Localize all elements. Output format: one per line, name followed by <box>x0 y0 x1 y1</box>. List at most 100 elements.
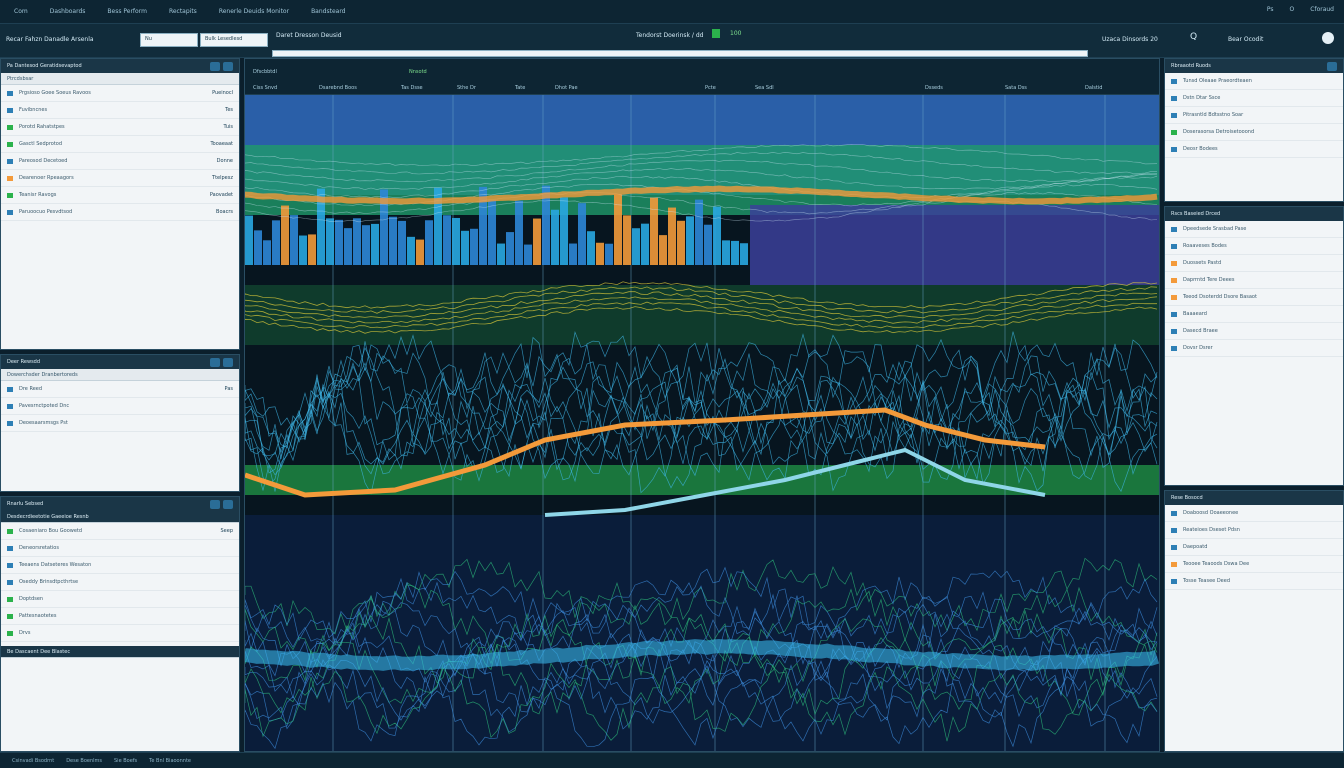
chart-tab-10[interactable]: Sata Dss <box>1005 85 1027 91</box>
chart-tab-3[interactable]: Tas Dsse <box>401 85 423 91</box>
list-item[interactable]: Daprrntd Tere Deees <box>1165 272 1343 289</box>
status-item-2: Dese Boenlms <box>66 757 102 764</box>
bar-mark <box>569 243 577 265</box>
chart-tab-4[interactable]: Sthe Dr <box>457 85 476 91</box>
topbar-right-group: Ps O Cforaud <box>1267 6 1334 13</box>
bar-mark <box>299 235 307 265</box>
list-item[interactable]: Gasctl Sedprotod Tooaeaat <box>1 136 239 153</box>
list-item[interactable]: Teeaens Datseteres Wesaton <box>1 557 239 574</box>
topbar-right-1[interactable]: Ps <box>1267 6 1274 13</box>
status-icon <box>7 141 13 147</box>
chart-tab-7[interactable]: Pcte <box>705 85 716 91</box>
status-indicator-icon <box>712 29 720 38</box>
list-item[interactable]: Dearenoer Rpeaagors Ttelpesz <box>1 170 239 187</box>
list-item[interactable]: Tosse Teasee Deed <box>1165 573 1343 590</box>
menu-item-2[interactable]: Dashboards <box>50 8 86 15</box>
status-icon <box>1171 328 1177 334</box>
chart-tab-2[interactable]: Dsarebnd Boos <box>319 85 357 91</box>
list-item[interactable]: Dstn Dtar Ssce <box>1165 90 1343 107</box>
panel-close-icon[interactable] <box>223 499 233 509</box>
filter-input[interactable]: Bulk Lesedlesd <box>200 33 268 47</box>
menu-item-6[interactable]: Bandsteard <box>311 8 345 15</box>
list-item[interactable]: Duossets Pastd <box>1165 255 1343 272</box>
list-item[interactable]: Drvs <box>1 625 239 642</box>
list-item[interactable]: Dovsr Dsrer <box>1165 340 1343 357</box>
list-item[interactable]: Roaaveses Bodes <box>1165 238 1343 255</box>
bar-mark <box>524 244 532 265</box>
status-icon <box>7 579 13 585</box>
list-item[interactable]: Deoesaarsmsgs Pst <box>1 415 239 432</box>
menu-item-1[interactable]: Com <box>14 8 28 15</box>
profile-avatar[interactable] <box>1322 32 1334 44</box>
list-item[interactable]: Teeod Dsoterdd Dsore Basaot <box>1165 289 1343 306</box>
list-item[interactable]: Paruoocuo Pesvdtsod Boacrs <box>1 204 239 221</box>
left-panel-2-subhead: Dowerchsder Dranbertoreds <box>1 369 239 381</box>
left-panel-2-header: Deer Rewsdd <box>1 355 239 369</box>
list-item[interactable]: Teanisr Ravogs Paovadet <box>1 187 239 204</box>
list-item[interactable]: Oseddy Brinsdtpcthrtse <box>1 574 239 591</box>
panel-close-icon[interactable] <box>223 61 233 71</box>
bar-mark <box>461 230 469 265</box>
list-item[interactable]: Reateioes Dseset Pdsn <box>1165 522 1343 539</box>
panel-close-icon[interactable] <box>223 357 233 367</box>
left-panel-2-title: Deer Rewsdd <box>7 359 41 365</box>
address-field[interactable] <box>272 50 1088 57</box>
list-item[interactable]: Pattesnaotetes <box>1 608 239 625</box>
list-item[interactable]: Tunsd Oleaae Praeordteaen <box>1165 73 1343 90</box>
status-icon <box>1171 226 1177 232</box>
status-icon <box>7 630 13 636</box>
right-panel-3-header: Rese Bosocd <box>1165 491 1343 505</box>
status-icon <box>1171 561 1177 567</box>
left-panel-records: Deer Rewsdd Dowerchsder Dranbertoreds Dr… <box>0 354 240 492</box>
list-item[interactable]: Doserasorsa Detroisetooond <box>1165 124 1343 141</box>
list-item[interactable]: Dre Reed Pas <box>1 381 239 398</box>
bar-mark <box>254 230 262 265</box>
list-item[interactable]: Pitrasntld Bdtsstno Soar <box>1165 107 1343 124</box>
list-item[interactable]: Pavesrnctpoted Dnc <box>1 398 239 415</box>
panel-settings-icon[interactable] <box>210 499 220 509</box>
panel-settings-icon[interactable] <box>1327 61 1337 71</box>
bar-mark <box>362 225 370 265</box>
status-icon <box>1171 95 1177 101</box>
list-item[interactable]: Pareosod Decetoed Donne <box>1 153 239 170</box>
list-item[interactable]: Dpeedsede Srasbad Pase <box>1165 221 1343 238</box>
list-item[interactable]: Prgsioso Goee Soeus Ravoos Pueinocl <box>1 85 239 102</box>
list-item[interactable]: Doaboosd Ooaeeonee <box>1165 505 1343 522</box>
bar-mark <box>551 209 559 265</box>
list-item[interactable]: Teooee Teaoods Dswa Dee <box>1165 556 1343 573</box>
panel-settings-icon[interactable] <box>210 357 220 367</box>
chart-tab-6[interactable]: Dhot Pae <box>555 85 578 91</box>
dashboard-title: Daret Dresson Deusid <box>276 32 342 39</box>
list-item[interactable]: Fuvibncnes Tes <box>1 102 239 119</box>
chart-tab-11[interactable]: Dalstid <box>1085 85 1102 91</box>
topbar-right-2[interactable]: O <box>1290 6 1295 13</box>
list-item[interactable]: Daepoatd <box>1165 539 1343 556</box>
list-item[interactable]: Porotd Rahatstpes Tuis <box>1 119 239 136</box>
menu-item-4[interactable]: Rectapits <box>169 8 197 15</box>
list-item[interactable]: Baaaeard <box>1165 306 1343 323</box>
band-bottom <box>245 515 1159 751</box>
list-item[interactable]: Doptdsen <box>1 591 239 608</box>
chart-tab-5[interactable]: Tate <box>515 85 525 91</box>
bar-mark <box>290 215 298 265</box>
menu-item-3[interactable]: Bess Perform <box>107 8 147 15</box>
chart-visualization[interactable] <box>245 95 1160 752</box>
panel-settings-icon[interactable] <box>210 61 220 71</box>
status-item-1: Csinvadi Bsodrnt <box>12 757 55 764</box>
bar-mark <box>740 243 748 265</box>
status-icon <box>7 192 13 198</box>
chart-tab-1[interactable]: Ciss Snvd <box>253 85 277 91</box>
status-icon <box>7 545 13 551</box>
chart-tab-9[interactable]: Dsseds <box>925 85 943 91</box>
status-icon <box>1171 78 1177 84</box>
list-item[interactable]: Deneorsretatios <box>1 540 239 557</box>
list-item[interactable]: Cosaeniaro Bou Goowetd Seep <box>1 523 239 540</box>
menu-item-5[interactable]: Renerle Deuids Monitor <box>219 8 289 15</box>
search-icon[interactable]: Q <box>1190 32 1197 42</box>
topbar-right-3[interactable]: Cforaud <box>1310 6 1334 13</box>
list-item[interactable]: Dasecd Braee <box>1165 323 1343 340</box>
search-input[interactable]: Nu <box>140 33 198 47</box>
bar-mark <box>506 232 514 265</box>
chart-tab-8[interactable]: Sea Sdl <box>755 85 774 91</box>
list-item[interactable]: Deosr Bodees <box>1165 141 1343 158</box>
